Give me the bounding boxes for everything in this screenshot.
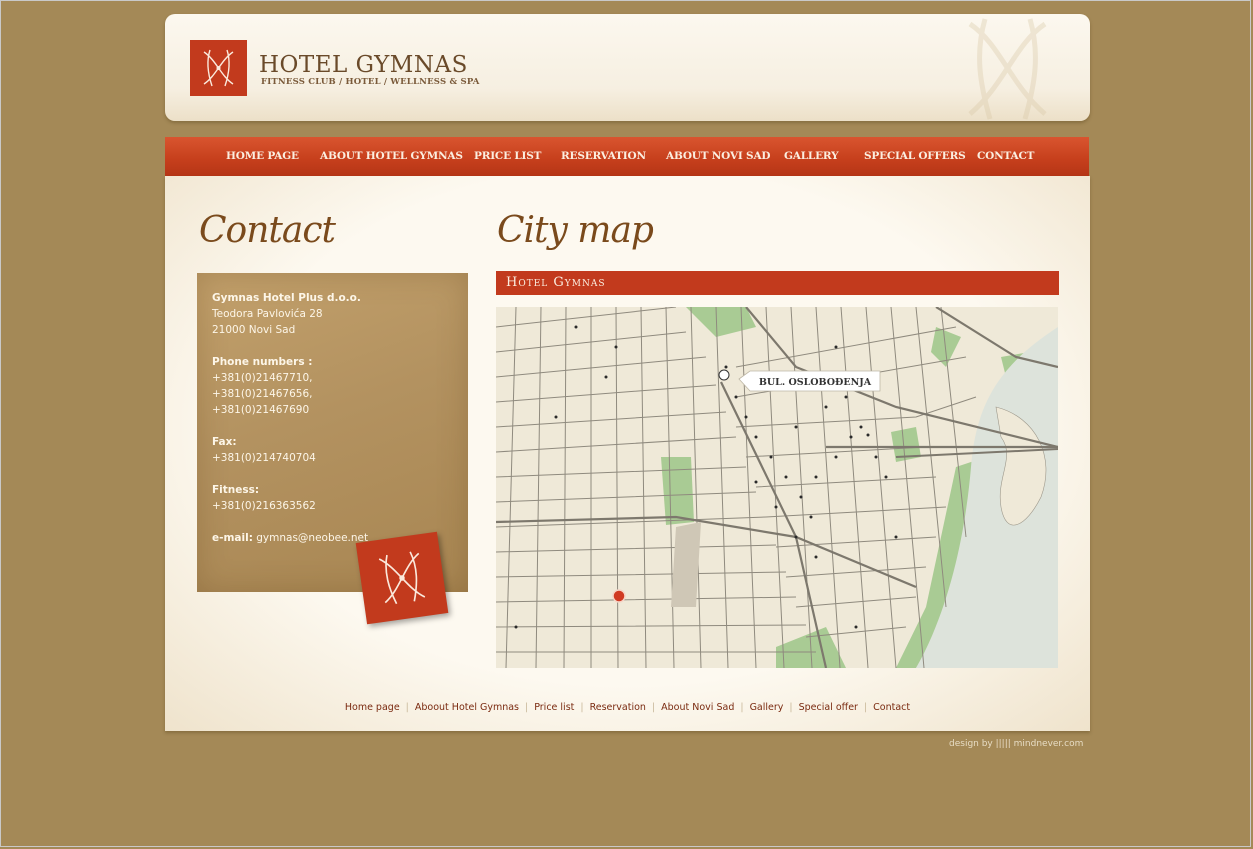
phone-1: +381(0)21467710, (212, 372, 313, 384)
footer-gallery[interactable]: Gallery (750, 702, 784, 713)
nav-special-offers[interactable]: SPECIAL OFFERS (864, 150, 966, 162)
footer-special-offer[interactable]: Special offer (799, 702, 858, 713)
park-area (661, 457, 694, 525)
footer-contact[interactable]: Contact (873, 702, 910, 713)
email-link[interactable]: gymnas@neobee.net (256, 532, 368, 544)
nav-home-page[interactable]: HOME PAGE (226, 150, 299, 162)
map-title-bar: Hotel Gymnas (496, 271, 1059, 295)
contact-card: Gymnas Hotel Plus d.o.o. Teodora Pavlovi… (197, 273, 468, 625)
footer-price-list[interactable]: Price list (534, 702, 574, 713)
hotel-logo[interactable] (190, 40, 247, 96)
city-map[interactable]: BUL. OSLOBOĐENJA (496, 307, 1058, 668)
card-logo (355, 531, 449, 625)
nav-about-hotel[interactable]: ABOUT HOTEL GYMNAS (320, 150, 463, 162)
nav-about-novi-sad[interactable]: ABOUT NOVI SAD (666, 150, 771, 162)
address-street: Teodora Pavlovića 28 (212, 308, 323, 320)
brand-subtitle: FITNESS CLUB / HOTEL / WELLNESS & SPA (261, 77, 480, 87)
footer-about-hotel[interactable]: Aboout Hotel Gymnas (415, 702, 519, 713)
footer-home-page[interactable]: Home page (345, 702, 400, 713)
nav-gallery[interactable]: GALLERY (784, 150, 839, 162)
brand-title: HOTEL GYMNAS (259, 52, 468, 78)
city-map-heading: City map (497, 210, 654, 251)
main-nav: HOME PAGE ABOUT HOTEL GYMNAS PRICE LIST … (165, 137, 1089, 176)
site-header: HOTEL GYMNAS FITNESS CLUB / HOTEL / WELL… (165, 14, 1090, 121)
design-credit[interactable]: design by ||||| mindnever.com (949, 739, 1083, 749)
phone-2: +381(0)21467656, (212, 388, 313, 400)
footer-about-novi-sad[interactable]: About Novi Sad (661, 702, 734, 713)
company-name: Gymnas Hotel Plus d.o.o. (212, 292, 361, 304)
map-graphic: BUL. OSLOBOĐENJA (496, 307, 1058, 668)
street-pin-icon (718, 369, 730, 381)
email-label: e-mail: (212, 532, 253, 544)
hotel-location-marker[interactable] (612, 589, 626, 603)
fitness-label: Fitness: (212, 484, 260, 496)
fax-number: +381(0)214740704 (212, 452, 316, 464)
nav-price-list[interactable]: PRICE LIST (474, 150, 541, 162)
contact-details: Gymnas Hotel Plus d.o.o. Teodora Pavlovi… (212, 290, 368, 546)
map-title: Hotel Gymnas (506, 275, 606, 290)
footer-reservation[interactable]: Reservation (590, 702, 646, 713)
main-content: Contact City map Gymnas Hotel Plus d.o.o… (165, 176, 1090, 731)
contact-heading: Contact (199, 210, 336, 251)
nav-reservation[interactable]: RESERVATION (561, 150, 646, 162)
address-city: 21000 Novi Sad (212, 324, 296, 336)
nav-contact[interactable]: CONTACT (977, 150, 1034, 162)
footer-links: Home page | Aboout Hotel Gymnas | Price list… (344, 702, 911, 713)
fax-label: Fax: (212, 436, 237, 448)
fitness-number: +381(0)216363562 (212, 500, 316, 512)
street-label: BUL. OSLOBOĐENJA (759, 377, 872, 388)
monogram-watermark-icon (968, 18, 1047, 120)
monogram-icon (203, 49, 234, 87)
phone-3: +381(0)21467690 (212, 404, 310, 416)
phone-label: Phone numbers : (212, 356, 313, 368)
monogram-icon (378, 551, 426, 605)
